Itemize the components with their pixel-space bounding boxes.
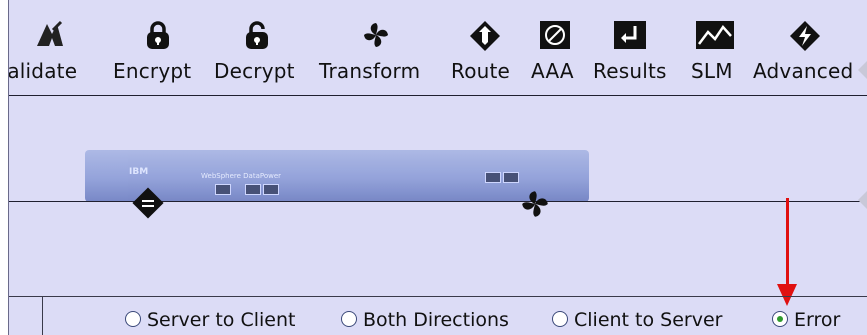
toolbar-transform-label: Transform — [319, 59, 421, 83]
radio-both-directions[interactable] — [341, 311, 357, 327]
toolbar-slm-label: SLM — [691, 59, 733, 83]
appliance-image: IBM WebSphere DataPower — [85, 150, 589, 202]
toolbar-slm[interactable]: SLM — [689, 0, 745, 95]
toolbar-route-label: Route — [451, 59, 511, 83]
device-port — [485, 172, 501, 183]
direction-bar-divider — [42, 297, 43, 335]
radio-both-directions-label: Both Directions — [363, 309, 509, 331]
transform-action-icon[interactable] — [519, 188, 551, 220]
policy-editor-canvas: Validate Encrypt Decrypt — [8, 0, 867, 335]
lightning-diamond-icon — [790, 21, 820, 51]
radio-server-to-client[interactable] — [125, 311, 141, 327]
toolbar-transform[interactable]: Transform — [317, 0, 437, 95]
device-brand: IBM — [129, 167, 149, 177]
results-return-icon — [614, 21, 646, 49]
toolbar-validate[interactable]: Validate — [8, 0, 103, 95]
toolbar-decrypt[interactable]: Decrypt — [212, 0, 308, 95]
toolbar-results-label: Results — [593, 59, 667, 83]
scroll-edge-marker — [858, 190, 867, 210]
lock-closed-icon — [147, 21, 169, 49]
validate-icon — [37, 20, 63, 46]
match-action-icon-bar — [142, 205, 154, 207]
radio-error[interactable] — [772, 311, 788, 327]
transform-swirl-icon — [364, 23, 388, 47]
no-entry-icon — [540, 21, 570, 49]
toolbar-results[interactable]: Results — [591, 0, 679, 95]
radio-server-to-client-label: Server to Client — [147, 309, 296, 331]
annotation-arrow — [786, 198, 789, 286]
toolbar-route[interactable]: Route — [449, 0, 519, 95]
device-port — [215, 184, 231, 195]
scroll-edge-marker — [858, 60, 867, 80]
toolbar-advanced[interactable]: Advanced — [751, 0, 867, 95]
radio-error-label: Error — [794, 309, 841, 331]
toolbar-validate-label: Validate — [8, 59, 78, 83]
route-diamond-icon — [470, 21, 500, 51]
device-model: WebSphere DataPower — [201, 172, 282, 180]
toolbar-encrypt[interactable]: Encrypt — [111, 0, 195, 95]
slm-graph-icon — [696, 21, 734, 49]
lock-open-icon — [246, 21, 268, 49]
action-toolbar: Validate Encrypt Decrypt — [9, 0, 867, 95]
toolbar-aaa-label: AAA — [531, 59, 574, 83]
toolbar-advanced-label: Advanced — [753, 59, 854, 83]
toolbar-aaa[interactable]: AAA — [529, 0, 585, 95]
toolbar-divider — [9, 95, 867, 96]
device-port — [245, 184, 261, 195]
radio-client-to-server-label: Client to Server — [574, 309, 723, 331]
toolbar-encrypt-label: Encrypt — [113, 59, 192, 83]
radio-client-to-server[interactable] — [552, 311, 568, 327]
match-action-icon-bar — [142, 200, 154, 202]
device-port — [263, 184, 279, 195]
toolbar-decrypt-label: Decrypt — [214, 59, 295, 83]
device-port — [503, 172, 519, 183]
